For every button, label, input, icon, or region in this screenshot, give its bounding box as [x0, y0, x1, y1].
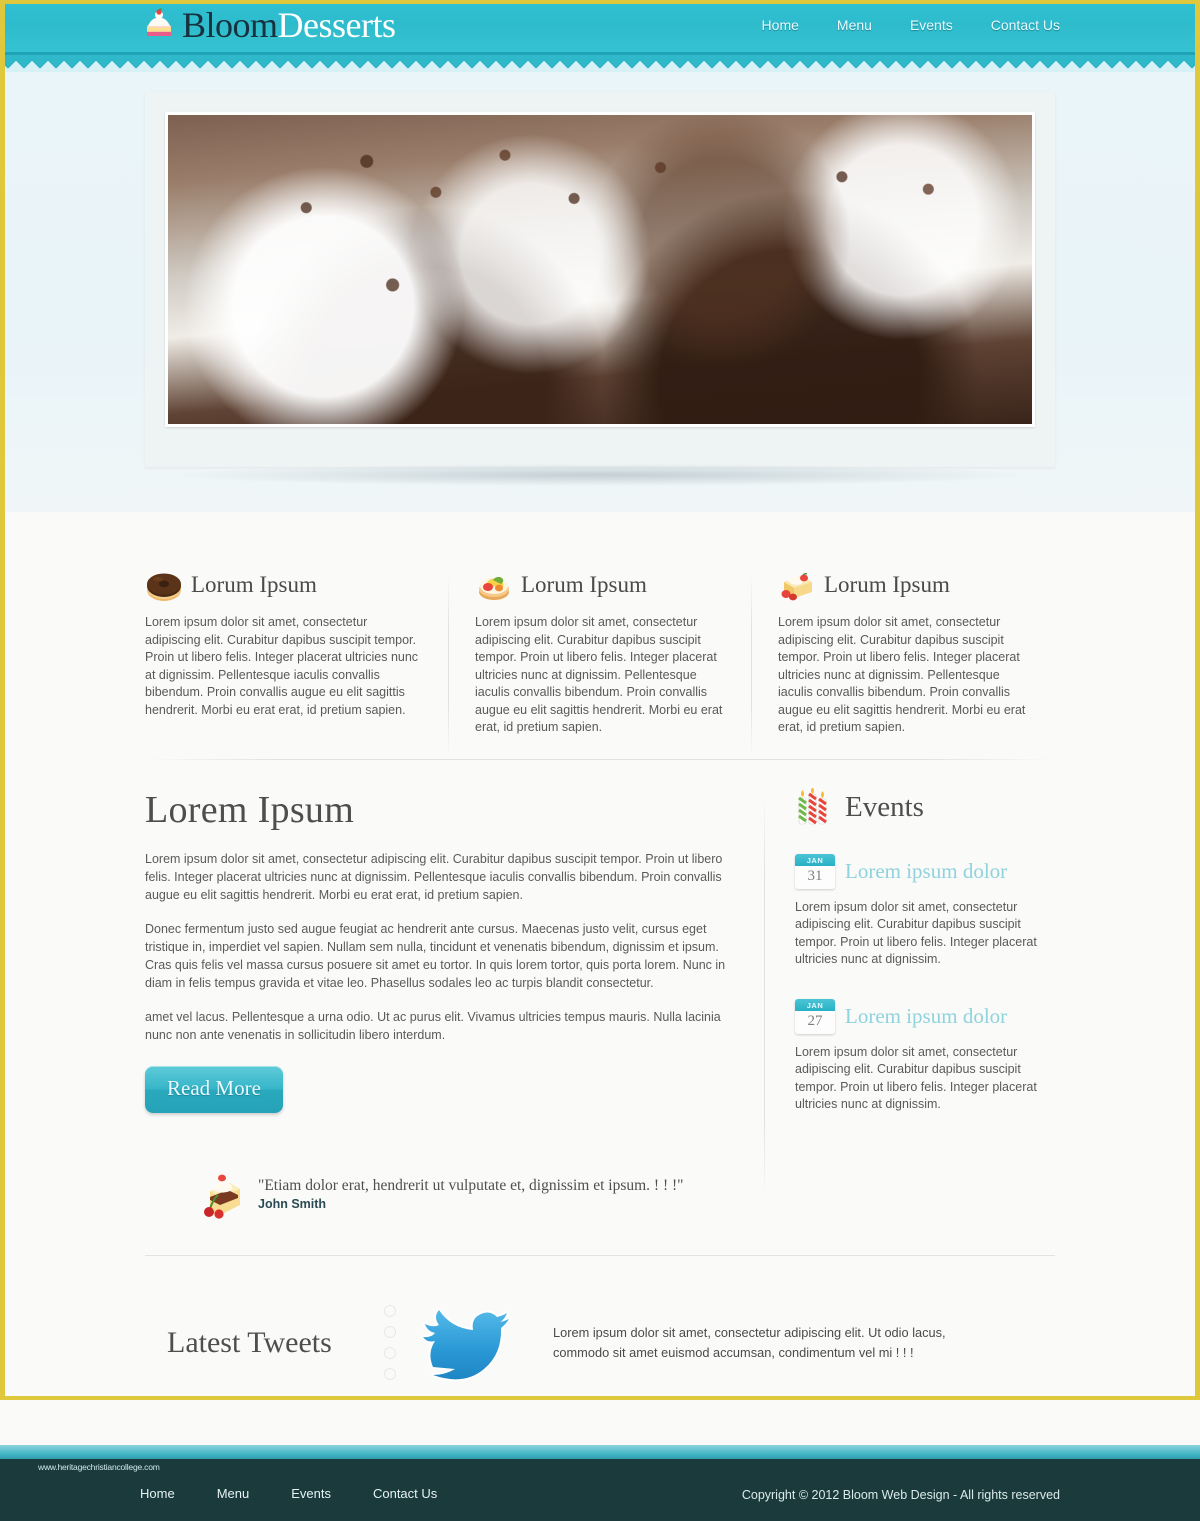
feature-body: Lorem ipsum dolor sit amet, consectetur … [778, 615, 1026, 734]
event-header[interactable]: JAN 27 Lorem ipsum dolor [795, 998, 1055, 1034]
footer-nav-item-home[interactable]: Home [140, 1486, 175, 1501]
footer-nav-item-menu[interactable]: Menu [217, 1486, 250, 1501]
nav-item-home[interactable]: Home [762, 17, 799, 33]
nav-item-events[interactable]: Events [910, 17, 953, 33]
perforation-hole [384, 1304, 396, 1317]
footer-nav-item-contact-us[interactable]: Contact Us [373, 1486, 437, 1501]
watermark-text: www.heritagechristiancollege.com [38, 1461, 160, 1472]
latest-tweets-section: Latest Tweets Lorem ipsum dolor sit amet… [145, 1256, 1055, 1445]
hero-slider-container[interactable] [145, 92, 1055, 467]
event-date-month: JAN [795, 998, 835, 1011]
feature-body: Lorem ipsum dolor sit amet, consectetur … [475, 615, 723, 734]
birthday-candles-icon [795, 786, 835, 828]
hero-shadow [180, 464, 1020, 486]
site-footer: www.heritagechristiancollege.com Home Me… [0, 1458, 1200, 1521]
strawberry-cake-icon [778, 568, 816, 602]
feature-columns: Lorum Ipsum Lorem ipsum dolor sit amet, … [145, 530, 1055, 758]
event-date-month: JAN [795, 853, 835, 866]
events-sidebar: Events JAN 31 Lorem ipsum dolor Lorem ip… [765, 786, 1055, 1219]
donut-icon [145, 568, 183, 602]
event-date-day: 27 [807, 1012, 823, 1029]
hero-image-frame [165, 112, 1035, 427]
footer-top-strip [0, 1444, 1200, 1459]
page-title: Lorem Ipsum [145, 788, 355, 831]
site-header: BloomDesserts Home Menu Events Contact U… [0, 0, 1200, 52]
feature-title: Lorum Ipsum [824, 572, 950, 597]
hero-slider-section [0, 72, 1200, 571]
testimonial-content: "Etiam dolor erat, hendrerit ut vulputat… [258, 1167, 683, 1211]
article-paragraph: Lorem ipsum dolor sit amet, consectetur … [145, 851, 723, 902]
zigzag-pattern [0, 55, 1200, 72]
nav-item-menu[interactable]: Menu [837, 17, 872, 33]
testimonial: "Etiam dolor erat, hendrerit ut vulputat… [200, 1167, 735, 1219]
feature-card: Lorum Ipsum Lorem ipsum dolor sit amet, … [448, 568, 751, 758]
tweet-text: Lorem ipsum dolor sit amet, consectetur … [553, 1325, 946, 1360]
mid-section: Lorem Ipsum Lorem ipsum dolor sit amet, … [145, 760, 1055, 1219]
perforation-hole [384, 1346, 396, 1359]
footer-nav-item-events[interactable]: Events [291, 1486, 331, 1501]
zigzag-divider [0, 52, 1200, 72]
event-header[interactable]: JAN 31 Lorem ipsum dolor [795, 853, 1055, 889]
testimonial-author: John Smith [258, 1196, 327, 1211]
events-header: Events [795, 786, 1055, 828]
perforation-hole [384, 1367, 396, 1380]
event-date-day: 31 [807, 867, 823, 884]
hero-cupcakes-image [168, 115, 1032, 424]
logo-text-bloom: Bloom [182, 5, 278, 45]
events-heading: Events [845, 791, 924, 823]
cake-slice-icon [140, 6, 178, 44]
feature-header: Lorum Ipsum [145, 568, 422, 602]
feature-title: Lorum Ipsum [521, 572, 647, 597]
content-wrapper: Lorum Ipsum Lorem ipsum dolor sit amet, … [145, 530, 1055, 1445]
feature-header: Lorum Ipsum [475, 568, 725, 602]
nav-item-contact-us[interactable]: Contact Us [991, 17, 1060, 33]
feature-title: Lorum Ipsum [191, 572, 317, 597]
article-column: Lorem Ipsum Lorem ipsum dolor sit amet, … [145, 788, 765, 1219]
feature-card: Lorum Ipsum Lorem ipsum dolor sit amet, … [145, 568, 448, 737]
fruit-tart-icon [475, 568, 513, 602]
event-body: Lorem ipsum dolor sit amet, consectetur … [795, 899, 1037, 967]
testimonial-quote: "Etiam dolor erat, hendrerit ut vulputat… [258, 1176, 684, 1194]
read-more-button[interactable]: Read More [145, 1065, 283, 1113]
event-item: JAN 27 Lorem ipsum dolor Lorem ipsum dol… [795, 998, 1055, 1114]
event-title[interactable]: Lorem ipsum dolor [845, 1004, 1007, 1029]
feature-header: Lorum Ipsum [778, 568, 1028, 602]
twitter-bird-icon[interactable] [415, 1297, 515, 1389]
logo-text-desserts: Desserts [277, 5, 396, 45]
perforation-hole [384, 1325, 396, 1338]
article-paragraph: Donec fermentum justo sed augue feugiat … [145, 921, 726, 990]
main-navigation: Home Menu Events Contact Us [762, 17, 1060, 33]
event-item: JAN 31 Lorem ipsum dolor Lorem ipsum dol… [795, 853, 1055, 969]
site-logo[interactable]: BloomDesserts [140, 4, 396, 46]
feature-body: Lorem ipsum dolor sit amet, consectetur … [145, 615, 419, 717]
page-root: BloomDesserts Home Menu Events Contact U… [0, 0, 1200, 1521]
copyright-text: Copyright © 2012 Bloom Web Design - All … [741, 1487, 1060, 1502]
article-paragraph: amet vel lacus. Pellentesque a urna odio… [145, 1009, 721, 1042]
main-content: Lorum Ipsum Lorem ipsum dolor sit amet, … [0, 512, 1200, 1445]
cake-slice-cherry-icon [200, 1167, 248, 1219]
tweets-heading: Latest Tweets [167, 1326, 332, 1359]
footer-navigation: Home Menu Events Contact Us [140, 1486, 437, 1501]
event-title[interactable]: Lorem ipsum dolor [845, 859, 1007, 884]
logo-text: BloomDesserts [182, 4, 396, 46]
event-date-badge: JAN 27 [795, 998, 835, 1034]
event-body: Lorem ipsum dolor sit amet, consectetur … [795, 1044, 1037, 1112]
perforation-decoration [375, 1296, 405, 1391]
feature-card: Lorum Ipsum Lorem ipsum dolor sit amet, … [751, 568, 1054, 758]
event-date-badge: JAN 31 [795, 853, 835, 889]
